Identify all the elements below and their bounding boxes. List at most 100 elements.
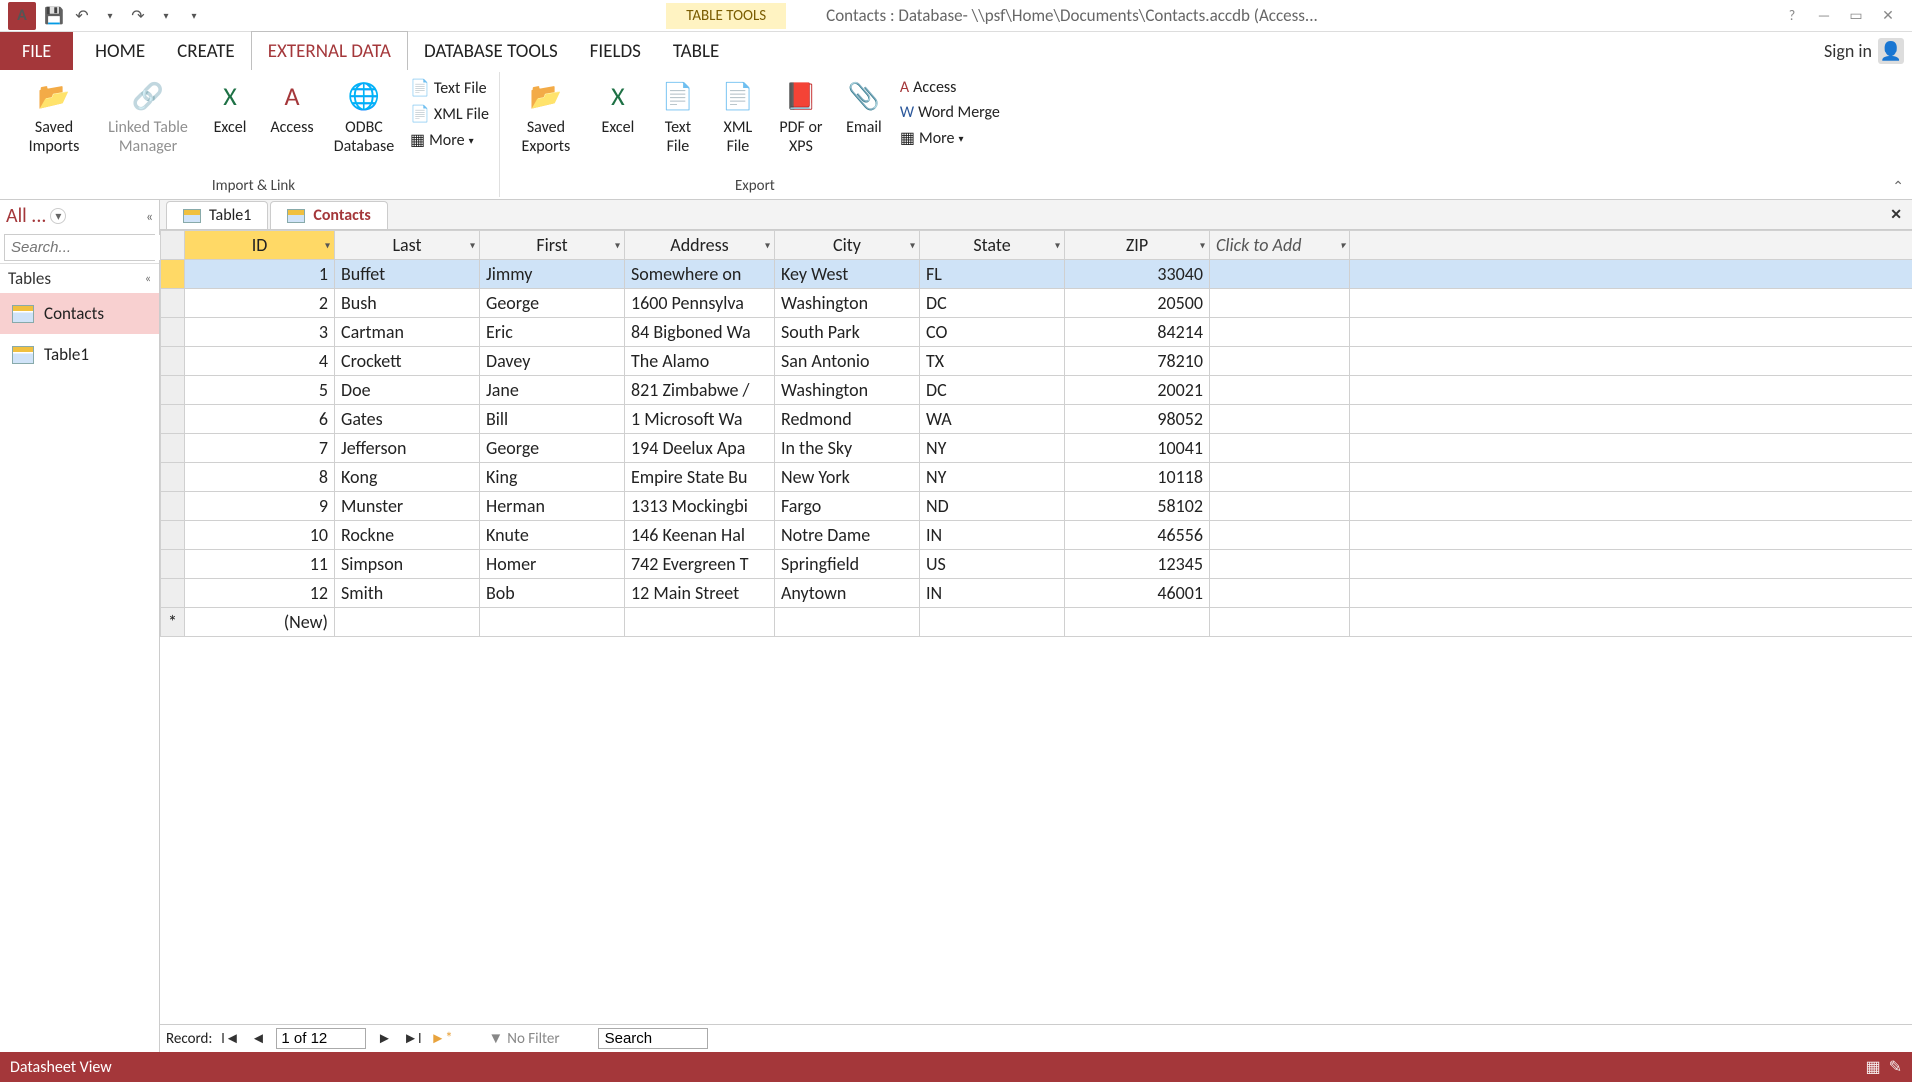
export-word-merge-button[interactable]: WWord Merge xyxy=(896,101,1004,124)
help-icon[interactable]: ? xyxy=(1776,2,1808,30)
undo-dropdown-icon[interactable]: ▾ xyxy=(96,2,124,30)
cell-zip[interactable]: 58102 xyxy=(1065,492,1210,521)
cell-blank[interactable] xyxy=(1350,289,1912,318)
col-header-id[interactable]: ID▾ xyxy=(185,231,335,260)
cell-city[interactable]: Redmond xyxy=(775,405,920,434)
row-selector[interactable] xyxy=(161,434,185,463)
row-selector[interactable] xyxy=(161,376,185,405)
cell-first[interactable]: Homer xyxy=(480,550,625,579)
cell-first[interactable]: Davey xyxy=(480,347,625,376)
cell-address[interactable]: 12 Main Street xyxy=(625,579,775,608)
cell-first[interactable]: Jimmy xyxy=(480,260,625,289)
cell-state[interactable]: DC xyxy=(920,376,1065,405)
cell-state[interactable]: TX xyxy=(920,347,1065,376)
redo-dropdown-icon[interactable]: ▾ xyxy=(152,2,180,30)
row-selector[interactable] xyxy=(161,347,185,376)
cell-id[interactable]: 1 xyxy=(185,260,335,289)
col-header-address[interactable]: Address▾ xyxy=(625,231,775,260)
doc-tab-close-icon[interactable]: ✕ xyxy=(1890,206,1902,223)
cell-zip[interactable]: 10041 xyxy=(1065,434,1210,463)
table-row[interactable]: 6GatesBill1 Microsoft WaRedmondWA98052 xyxy=(161,405,1912,434)
cell-address[interactable]: 1 Microsoft Wa xyxy=(625,405,775,434)
chevron-down-icon[interactable]: ▾ xyxy=(1340,239,1345,252)
cell-city[interactable]: South Park xyxy=(775,318,920,347)
import-excel-button[interactable]: X Excel xyxy=(202,72,258,141)
cell-state[interactable]: IN xyxy=(920,579,1065,608)
cell-address[interactable]: 146 Keenan Hal xyxy=(625,521,775,550)
chevron-down-icon[interactable]: ▾ xyxy=(1200,239,1205,252)
row-selector[interactable] xyxy=(161,492,185,521)
cell-last[interactable]: Bush xyxy=(335,289,480,318)
row-selector[interactable] xyxy=(161,463,185,492)
cell-address[interactable]: 821 Zimbabwe / xyxy=(625,376,775,405)
cell-zip[interactable]: 46556 xyxy=(1065,521,1210,550)
col-header-last[interactable]: Last▾ xyxy=(335,231,480,260)
cell-zip[interactable]: 10118 xyxy=(1065,463,1210,492)
cell-last[interactable]: Rockne xyxy=(335,521,480,550)
cell-blank[interactable] xyxy=(1210,347,1350,376)
tab-home[interactable]: HOME xyxy=(79,32,161,71)
minimize-icon[interactable]: — xyxy=(1808,2,1840,30)
cell-city[interactable]: New York xyxy=(775,463,920,492)
datasheet[interactable]: ID▾ Last▾ First▾ Address▾ City▾ State▾ Z… xyxy=(160,230,1912,1024)
doc-tab-table1[interactable]: Table1 xyxy=(166,201,268,229)
cell-blank[interactable] xyxy=(1350,405,1912,434)
close-icon[interactable]: ✕ xyxy=(1872,2,1904,30)
table-row[interactable]: 1BuffetJimmySomewhere on Key WestFL33040 xyxy=(161,260,1912,289)
select-all-cell[interactable] xyxy=(161,231,185,260)
import-odbc-button[interactable]: 🌐 ODBC Database xyxy=(326,72,402,160)
redo-icon[interactable]: ↷ xyxy=(124,2,152,30)
cell-city[interactable]: Anytown xyxy=(775,579,920,608)
tab-external-data[interactable]: EXTERNAL DATA xyxy=(251,31,408,71)
cell-state[interactable]: DC xyxy=(920,289,1065,318)
cell-blank[interactable] xyxy=(1350,492,1912,521)
import-text-file-button[interactable]: 📄Text File xyxy=(406,76,493,100)
tab-file[interactable]: FILE xyxy=(0,32,73,70)
cell-state[interactable]: CO xyxy=(920,318,1065,347)
table-row[interactable]: 4CrockettDaveyThe AlamoSan AntonioTX7821… xyxy=(161,347,1912,376)
datasheet-view-icon[interactable]: ▦ xyxy=(1865,1057,1880,1077)
saved-imports-button[interactable]: 📂 Saved Imports xyxy=(14,72,94,160)
nav-collapse-icon[interactable]: « xyxy=(146,208,153,225)
nav-item-contacts[interactable]: Contacts xyxy=(0,293,159,334)
cell-city[interactable]: Springfield xyxy=(775,550,920,579)
cell-address[interactable]: 84 Bigboned Wa xyxy=(625,318,775,347)
undo-icon[interactable]: ↶ xyxy=(68,2,96,30)
cell-blank[interactable] xyxy=(1350,579,1912,608)
table-row[interactable]: 8KongKingEmpire State BuNew YorkNY10118 xyxy=(161,463,1912,492)
cell-blank[interactable] xyxy=(1210,260,1350,289)
tab-create[interactable]: CREATE xyxy=(161,32,251,71)
cell-address[interactable]: 194 Deelux Apa xyxy=(625,434,775,463)
cell-first[interactable]: Knute xyxy=(480,521,625,550)
doc-tab-contacts[interactable]: Contacts xyxy=(270,201,387,229)
linked-table-manager-button[interactable]: 🔗 Linked Table Manager xyxy=(98,72,198,160)
col-header-state[interactable]: State▾ xyxy=(920,231,1065,260)
cell-blank[interactable] xyxy=(1210,289,1350,318)
cell-blank[interactable] xyxy=(1210,318,1350,347)
chevron-down-icon[interactable]: ▾ xyxy=(1055,239,1060,252)
chevron-down-icon[interactable]: ▾ xyxy=(470,239,475,252)
cell-blank[interactable] xyxy=(1350,347,1912,376)
cell-zip[interactable]: 20500 xyxy=(1065,289,1210,318)
cell-city[interactable]: Notre Dame xyxy=(775,521,920,550)
record-position-input[interactable] xyxy=(276,1028,366,1049)
cell-last[interactable]: Jefferson xyxy=(335,434,480,463)
col-header-city[interactable]: City▾ xyxy=(775,231,920,260)
nav-first-icon[interactable]: I◄ xyxy=(220,1030,240,1048)
cell-last[interactable]: Cartman xyxy=(335,318,480,347)
table-row[interactable]: 7JeffersonGeorge194 Deelux ApaIn the Sky… xyxy=(161,434,1912,463)
saved-exports-button[interactable]: 📂 Saved Exports xyxy=(506,72,586,160)
cell-blank[interactable] xyxy=(1350,376,1912,405)
cell-state[interactable]: US xyxy=(920,550,1065,579)
cell-last[interactable]: Kong xyxy=(335,463,480,492)
cell-state[interactable]: NY xyxy=(920,434,1065,463)
sign-in-link[interactable]: Sign in 👤 xyxy=(1824,38,1912,64)
cell-first[interactable]: Jane xyxy=(480,376,625,405)
table-row[interactable]: 11SimpsonHomer742 Evergreen TSpringfield… xyxy=(161,550,1912,579)
cell-zip[interactable]: 46001 xyxy=(1065,579,1210,608)
cell-last[interactable]: Crockett xyxy=(335,347,480,376)
cell-city[interactable]: Fargo xyxy=(775,492,920,521)
cell-city[interactable]: Key West xyxy=(775,260,920,289)
design-view-icon[interactable]: ✎ xyxy=(1889,1057,1902,1077)
cell-zip[interactable]: 84214 xyxy=(1065,318,1210,347)
